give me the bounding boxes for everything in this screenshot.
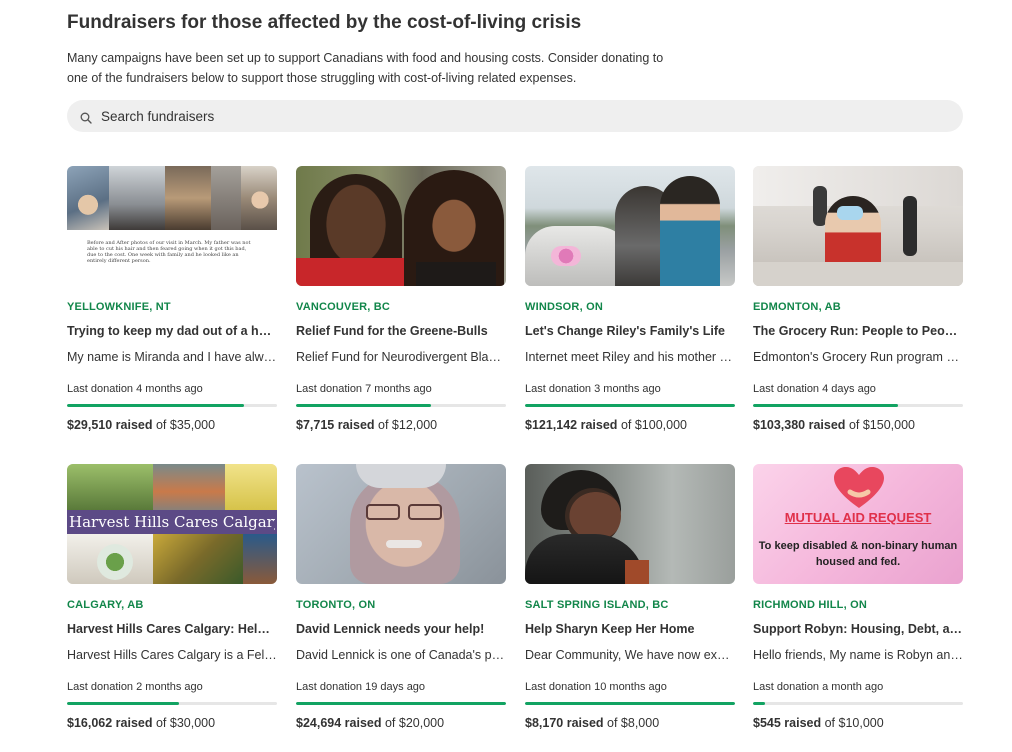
fundraiser-card-toronto[interactable]: TORONTO, ON David Lennick needs your hel… <box>296 464 506 744</box>
last-donation: Last donation 4 days ago <box>753 383 876 395</box>
fundraiser-image <box>296 464 506 584</box>
amount-raised: $8,170 raised of $8,000 <box>525 716 659 730</box>
last-donation: Last donation 3 months ago <box>525 383 661 395</box>
fundraiser-title[interactable]: Support Robyn: Housing, Debt, and Medica… <box>753 622 963 636</box>
fundraiser-title[interactable]: David Lennick needs your help! <box>296 622 506 636</box>
raised-amount: $121,142 raised <box>525 418 618 432</box>
fundraiser-card-richmond-hill[interactable]: MUTUAL AID REQUEST To keep disabled & no… <box>753 464 963 744</box>
progress-fill <box>525 702 735 705</box>
fundraiser-location: EDMONTON, AB <box>753 301 841 313</box>
goal-amount: of $12,000 <box>378 418 438 432</box>
fundraiser-description: Dear Community, We have now exceeded our… <box>525 648 735 662</box>
goal-amount: of $100,000 <box>620 418 687 432</box>
fundraiser-title[interactable]: Help Sharyn Keep Her Home <box>525 622 735 636</box>
raised-amount: $103,380 raised <box>753 418 846 432</box>
fundraiser-description: My name is Miranda and I have always bee… <box>67 350 277 364</box>
fundraiser-image: MUTUAL AID REQUEST To keep disabled & no… <box>753 464 963 584</box>
raised-amount: $7,715 raised <box>296 418 375 432</box>
fundraiser-description: David Lennick is one of Canada's premier… <box>296 648 506 662</box>
last-donation: Last donation a month ago <box>753 681 884 693</box>
image-text: To keep disabled & non-binary human hous… <box>758 540 958 568</box>
fundraiser-title[interactable]: The Grocery Run: People to People Progra… <box>753 324 963 338</box>
amount-raised: $545 raised of $10,000 <box>753 716 884 730</box>
amount-raised: $24,694 raised of $20,000 <box>296 716 444 730</box>
progress-fill <box>296 702 506 705</box>
amount-raised: $121,142 raised of $100,000 <box>525 418 687 432</box>
page-title: Fundraisers for those affected by the co… <box>67 12 582 33</box>
goal-amount: of $150,000 <box>848 418 915 432</box>
fundraiser-title[interactable]: Harvest Hills Cares Calgary: Help Feed F… <box>67 622 277 636</box>
fundraiser-title[interactable]: Trying to keep my dad out of a homeless … <box>67 324 277 338</box>
fundraiser-image <box>753 166 963 286</box>
goal-amount: of $20,000 <box>384 716 445 730</box>
progress-fill <box>296 404 432 407</box>
last-donation: Last donation 2 months ago <box>67 681 203 693</box>
page-intro: Many campaigns have been set up to suppo… <box>67 51 664 85</box>
progress-bar <box>753 404 963 407</box>
fundraiser-location: CALGARY, AB <box>67 599 144 611</box>
fundraiser-location: TORONTO, ON <box>296 599 376 611</box>
fundraiser-title[interactable]: Let's Change Riley's Family's Life <box>525 324 735 338</box>
fundraiser-location: WINDSOR, ON <box>525 301 603 313</box>
raised-amount: $545 raised <box>753 716 822 730</box>
fundraiser-description: Relief Fund for Neurodivergent Black fam… <box>296 350 506 364</box>
goal-amount: of $10,000 <box>824 716 884 730</box>
progress-bar <box>67 702 277 705</box>
fundraiser-card-windsor[interactable]: WINDSOR, ON Let's Change Riley's Family'… <box>525 166 735 446</box>
progress-bar <box>525 702 735 705</box>
fundraiser-location: VANCOUVER, BC <box>296 301 391 313</box>
search-input[interactable] <box>101 108 881 124</box>
fundraiser-card-yellowknife[interactable]: Before and After photos of our visit in … <box>67 166 277 446</box>
progress-bar <box>67 404 277 407</box>
progress-bar <box>296 702 506 705</box>
last-donation: Last donation 10 months ago <box>525 681 667 693</box>
image-caption: Before and After photos of our visit in … <box>87 240 251 264</box>
raised-amount: $29,510 raised <box>67 418 153 432</box>
image-caption: Harvest Hills Cares Calgary <box>69 513 275 531</box>
progress-bar <box>753 702 963 705</box>
search-bar[interactable] <box>67 100 963 132</box>
progress-fill <box>753 702 765 705</box>
fundraiser-description: Edmonton's Grocery Run program helps fam… <box>753 350 963 364</box>
goal-amount: of $8,000 <box>607 716 660 730</box>
raised-amount: $16,062 raised <box>67 716 153 730</box>
fundraiser-location: SALT SPRING ISLAND, BC <box>525 599 669 611</box>
progress-fill <box>67 404 245 407</box>
fundraiser-image: Harvest Hills Cares Calgary <box>67 464 277 584</box>
amount-raised: $103,380 raised of $150,000 <box>753 418 915 432</box>
last-donation: Last donation 4 months ago <box>67 383 203 395</box>
search-icon <box>80 112 92 124</box>
amount-raised: $29,510 raised of $35,000 <box>67 418 215 432</box>
goal-amount: of $35,000 <box>155 418 216 432</box>
progress-fill <box>525 404 735 407</box>
progress-fill <box>67 702 180 705</box>
fundraiser-location: YELLOWKNIFE, NT <box>67 301 171 313</box>
fundraiser-location: RICHMOND HILL, ON <box>753 599 868 611</box>
fundraiser-image: Before and After photos of our visit in … <box>67 166 277 286</box>
fundraiser-description: Internet meet Riley and his mother and f… <box>525 350 735 364</box>
heart-icon <box>832 466 886 510</box>
fundraiser-description: Harvest Hills Cares Calgary is a Fellows… <box>67 648 277 662</box>
fundraiser-image <box>525 166 735 286</box>
last-donation: Last donation 7 months ago <box>296 383 432 395</box>
fundraiser-image <box>296 166 506 286</box>
raised-amount: $24,694 raised <box>296 716 382 730</box>
fundraiser-title[interactable]: Relief Fund for the Greene-Bulls <box>296 324 506 338</box>
progress-fill <box>753 404 898 407</box>
amount-raised: $16,062 raised of $30,000 <box>67 716 215 730</box>
fundraiser-image <box>525 464 735 584</box>
fundraiser-description: Hello friends, My name is Robyn and I am <box>753 648 963 662</box>
progress-bar <box>296 404 506 407</box>
raised-amount: $8,170 raised <box>525 716 604 730</box>
fundraiser-card-salt-spring[interactable]: SALT SPRING ISLAND, BC Help Sharyn Keep … <box>525 464 735 744</box>
fundraiser-card-vancouver[interactable]: VANCOUVER, BC Relief Fund for the Greene… <box>296 166 506 446</box>
image-heading: MUTUAL AID REQUEST <box>784 510 932 525</box>
fundraiser-card-calgary[interactable]: Harvest Hills Cares Calgary CALGARY, AB … <box>67 464 277 744</box>
progress-bar <box>525 404 735 407</box>
amount-raised: $7,715 raised of $12,000 <box>296 418 437 432</box>
goal-amount: of $30,000 <box>155 716 216 730</box>
last-donation: Last donation 19 days ago <box>296 681 426 693</box>
fundraiser-card-edmonton[interactable]: EDMONTON, AB The Grocery Run: People to … <box>753 166 963 446</box>
